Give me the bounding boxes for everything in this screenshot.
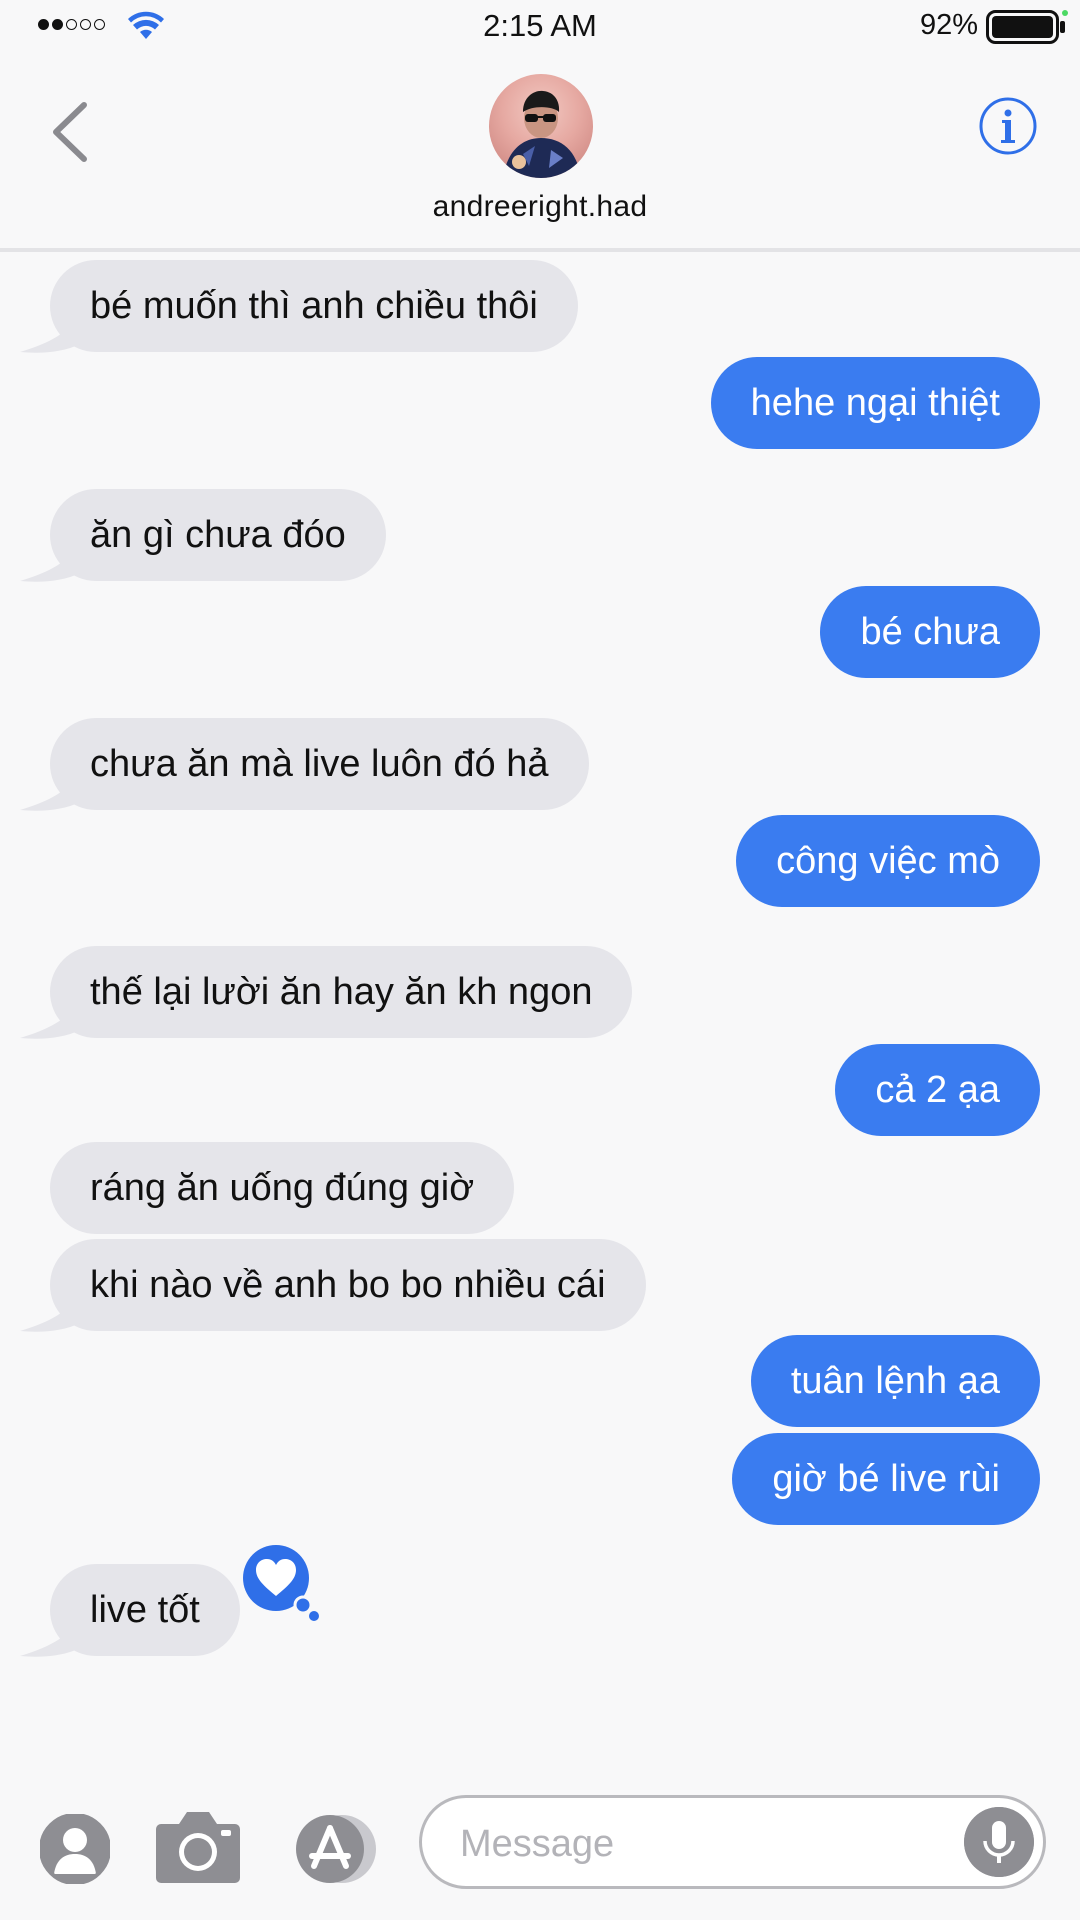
bubble-tail [20,1618,80,1658]
message-bubble-outgoing[interactable]: giờ bé live rùi [732,1433,1040,1525]
message-bubble-outgoing[interactable]: hehe ngại thiệt [710,357,1040,449]
message-bubble-outgoing[interactable]: bé chưa [820,586,1040,678]
message-bubble-incoming[interactable]: bé muốn thì anh chiều thôi [20,260,578,353]
message-text: cả 2 ạa [875,1069,1000,1111]
back-button[interactable] [46,97,96,167]
bubble-tail [20,772,80,812]
message-text: hehe ngại thiệt [750,382,1000,424]
battery-icon [986,10,1068,44]
message-bubble-outgoing[interactable]: cả 2 ạa [835,1044,1040,1136]
bubble-tail [20,1293,80,1333]
message-bubble-incoming[interactable]: chưa ăn mà live luôn đó hả [20,718,589,811]
microphone-icon[interactable] [964,1807,1034,1877]
message-bubble-incoming[interactable]: thế lại lười ăn hay ăn kh ngon [20,946,633,1039]
bubble-tail [20,1000,80,1040]
message-text: ăn gì chưa đóo [90,514,346,556]
message-text: khi nào về anh bo bo nhiều cái [90,1264,606,1306]
status-time: 2:15 AM [483,8,597,43]
compose-bar [0,1780,1080,1920]
message-text: bé muốn thì anh chiều thôi [90,285,538,327]
avatar-photo [503,90,581,178]
conversation-header: andreeright.had [0,52,1080,252]
message-input[interactable] [458,1816,942,1872]
heart-icon[interactable] [238,1540,322,1624]
message-text: giờ bé live rùi [772,1458,1000,1500]
battery-percent: 92% [919,9,978,41]
messages-screen: 2:15 AM 92% andreeright.had bé muốn thì … [0,0,1080,1920]
info-button[interactable] [978,96,1038,156]
message-bubble-incoming[interactable]: live tốt [20,1564,240,1657]
message-text: chưa ăn mà live luôn đó hả [90,743,549,785]
status-bar: 2:15 AM 92% [0,0,1080,52]
message-text: công việc mò [776,840,1000,882]
message-bubble-incoming[interactable]: ăn gì chưa đóo [20,489,386,582]
app-store-icon[interactable] [290,1814,382,1884]
message-text: live tốt [90,1589,200,1631]
message-bubble-incoming[interactable]: ráng ăn uống đúng giờ [50,1142,515,1234]
bubble-tail [20,314,80,354]
message-input-container[interactable] [419,1795,1046,1889]
contact-name[interactable]: andreeright.had [0,190,1080,224]
contacts-icon[interactable] [40,1814,110,1884]
message-text: thế lại lười ăn hay ăn kh ngon [90,971,593,1013]
message-text: tuân lệnh ạa [790,1360,1000,1402]
message-text: ráng ăn uống đúng giờ [90,1167,475,1209]
message-bubble-incoming[interactable]: khi nào về anh bo bo nhiều cái [20,1239,646,1332]
bubble-tail [20,543,80,583]
camera-icon[interactable] [155,1810,241,1884]
message-bubble-outgoing[interactable]: tuân lệnh ạa [750,1335,1040,1427]
message-bubble-outgoing[interactable]: công việc mò [736,815,1040,907]
avatar[interactable] [489,74,593,178]
message-text: bé chưa [860,611,1000,653]
